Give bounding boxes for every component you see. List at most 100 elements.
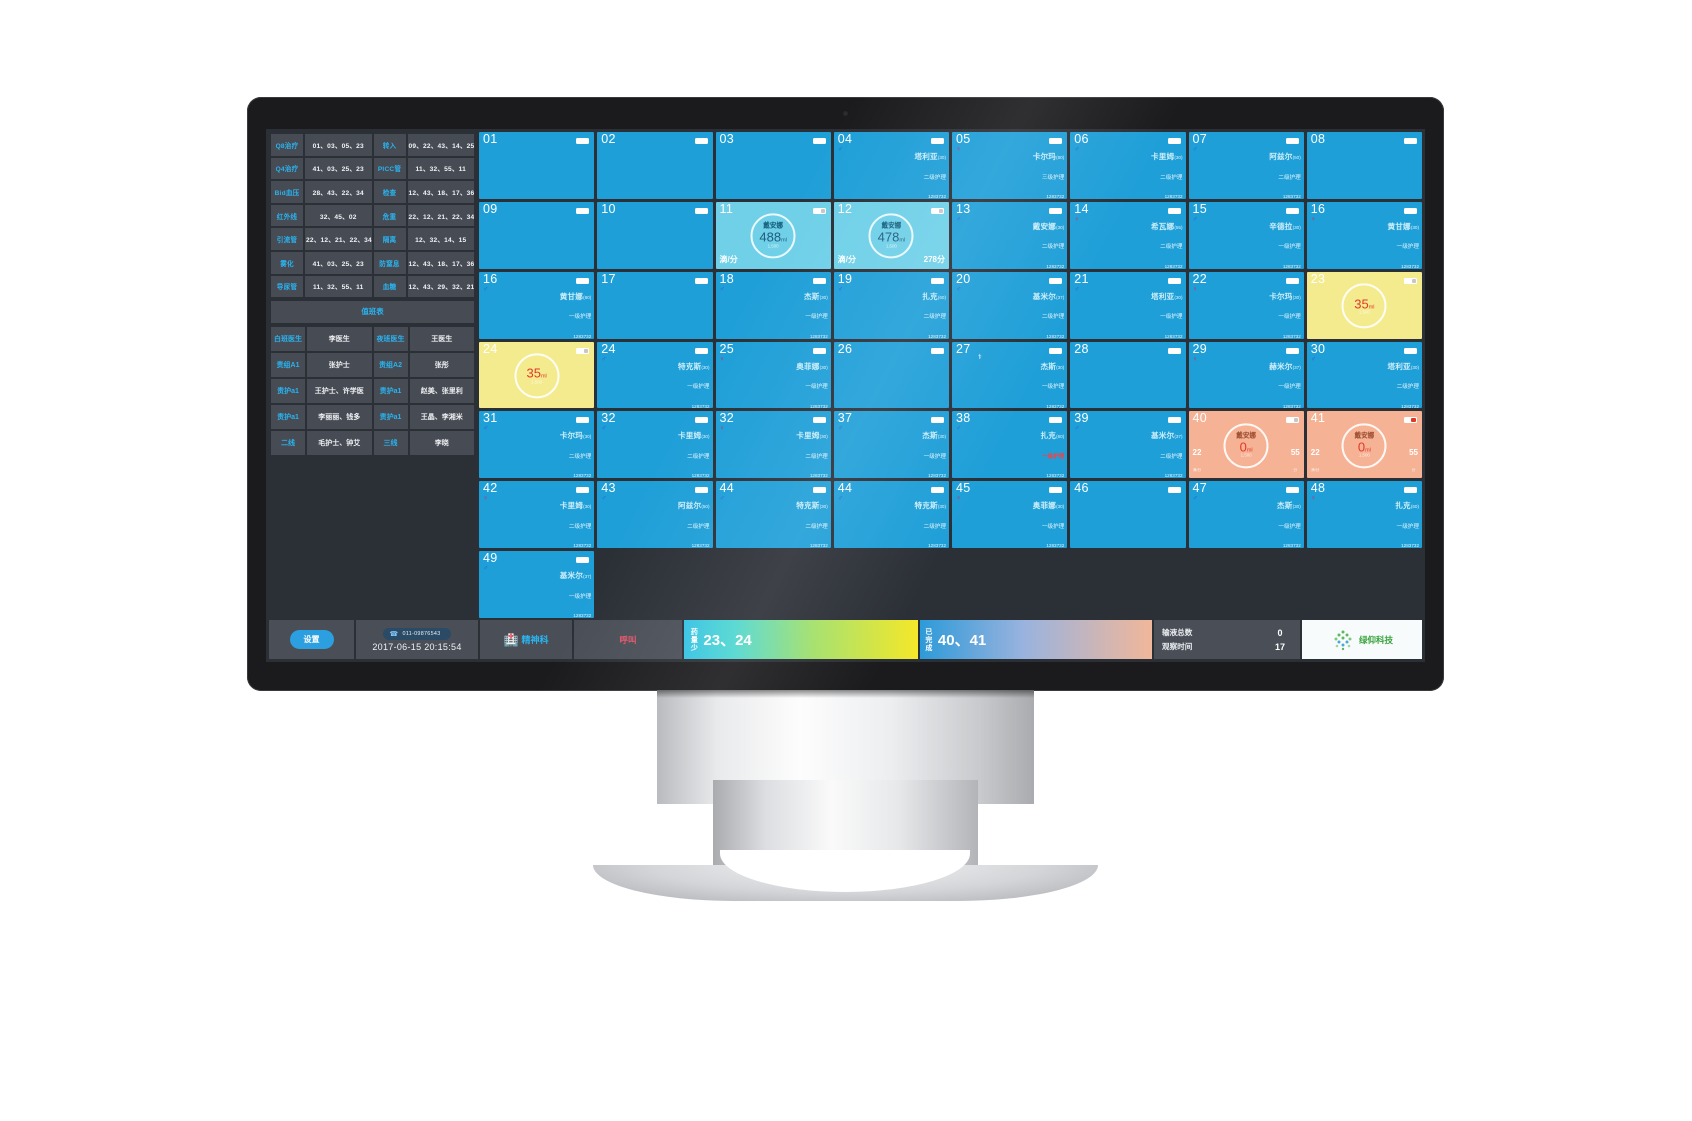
- patient-id: 1283732: [1046, 403, 1065, 409]
- bed-card[interactable]: 17: [597, 271, 713, 339]
- battery-icon: [1167, 487, 1181, 494]
- phone-number: 011-09876543: [402, 630, 441, 637]
- care-level: 一级护理: [1278, 314, 1301, 321]
- bed-number: 22: [1192, 271, 1208, 286]
- bed-card[interactable]: 48♀扎克(60)一级护理128373209月06日骨折: [1306, 481, 1422, 549]
- bed-card[interactable]: 41 戴安娜 0ml 1,500 22 滴/分 55 分: [1306, 411, 1422, 479]
- bed-card[interactable]: 11 戴安娜 488ml 1,500 滴/分: [715, 201, 831, 269]
- gender-icon: ♂: [601, 355, 607, 363]
- patient-info: 扎克(60)一级护理128373209月06日骨折: [1395, 494, 1419, 548]
- patient-id: 1283732: [1046, 263, 1065, 269]
- bed-card[interactable]: 01: [479, 132, 595, 199]
- bed-card[interactable]: 08: [1306, 132, 1422, 199]
- page-root: Q8治疗 01、03、05、23 转入 09、22、43、14、25 Q4治疗 41、03…: [0, 0, 1692, 1121]
- bed-card[interactable]: 03: [715, 132, 831, 199]
- bed-card[interactable]: 21♂塔利亚(30)一级护理128373209月06日骨折: [1070, 271, 1186, 339]
- bed-card[interactable]: 39♂基米尔(37)二级护理128373209月06日骨折: [1070, 411, 1186, 479]
- call-cell[interactable]: 呼叫: [574, 620, 682, 659]
- bed-card[interactable]: 24♂特克斯(30)一级护理128373209月06日骨折: [597, 341, 713, 409]
- drip-rate: 22 滴/分: [1192, 447, 1202, 473]
- battery-icon: [931, 138, 944, 144]
- completed-banner[interactable]: 已完成 40、41: [919, 620, 1152, 659]
- bed-card[interactable]: 13♂戴安娜(30)二级护理128373209月06日骨折: [952, 201, 1068, 269]
- bed-card[interactable]: 14♀希瓦娜(55)二级护理128373209月06日骨折: [1070, 201, 1186, 269]
- bed-card[interactable]: 07♂阿兹尔(50)二级护理128373209月06日骨折: [1188, 132, 1304, 199]
- department-cell[interactable]: 🏥 精神科: [480, 620, 572, 659]
- bed-card[interactable]: 49♂基米尔(37)一级护理128373209月06日骨折: [479, 551, 595, 618]
- bed-number: 06: [1074, 132, 1089, 146]
- battery-icon: [931, 487, 944, 494]
- duty-person: 张护士: [307, 353, 372, 378]
- bed-card[interactable]: 18♂杰斯(30)一级护理128373209月06日骨折: [715, 271, 831, 339]
- bed-number: 30: [1310, 341, 1326, 356]
- bed-card[interactable]: 16♀黄甘娜(30)一级护理128373209月06日骨折: [1306, 201, 1422, 269]
- care-level: 一级护理: [1278, 384, 1301, 391]
- bed-card[interactable]: 10: [597, 201, 713, 269]
- infusion-dial: 戴安娜 478ml 1,500: [868, 213, 914, 259]
- table-row: 导尿管 11、32、55、11 血糖 12、43、29、32、21: [271, 275, 474, 298]
- patient-info: 黄甘娜(30)一级护理128373209月06日骨折: [1387, 215, 1419, 269]
- table-row: Q8治疗 01、03、05、23 转入 09、22、43、14、25: [271, 134, 474, 156]
- phone-number-pill[interactable]: ☎ 011-09876543: [383, 627, 451, 640]
- patient-name: 希瓦娜: [1150, 221, 1175, 231]
- bed-card[interactable]: 44♂特克斯(30)二级护理128373209月06日骨折: [833, 481, 949, 549]
- patient-name: 特克斯: [914, 501, 938, 511]
- bed-card[interactable]: 27⚕杰斯(30)一级护理128373209月06日骨折: [952, 341, 1068, 409]
- bed-card[interactable]: 24 35ml 1,500: [479, 341, 595, 409]
- bed-card[interactable]: 43♂阿兹尔(50)二级护理128373209月06日骨折: [597, 481, 713, 549]
- patient-info: 扎克(60)一级护理128373209月06日骨折: [1040, 424, 1064, 478]
- bed-number: 01: [483, 132, 498, 146]
- bed-card[interactable]: 44♂特克斯(30)二级护理128373209月06日骨折: [715, 481, 831, 549]
- patient-age: (60): [1056, 434, 1065, 440]
- bed-card[interactable]: 22♀卡尔玛(30)一级护理128373209月06日骨折: [1188, 271, 1304, 339]
- battery-icon: [931, 417, 944, 424]
- battery-icon: [1404, 277, 1417, 284]
- settings-button[interactable]: 设置: [289, 630, 334, 649]
- care-level: 一级护理: [1160, 314, 1183, 321]
- bed-card[interactable]: 29♀赫米尔(37)一级护理128373209月06日骨折: [1188, 341, 1304, 409]
- gender-icon: ♂: [1192, 495, 1198, 503]
- bed-card[interactable]: 15♂辛德拉(30)一级护理128373209月06日骨折: [1188, 201, 1304, 269]
- bed-card[interactable]: 31♂卡尔玛(30)二级护理128373209月06日骨折: [479, 411, 595, 479]
- battery-icon: [812, 277, 826, 284]
- bed-number: 18: [719, 271, 735, 286]
- bed-card[interactable]: 26: [833, 341, 949, 409]
- bed-card[interactable]: 16♂黄甘娜(80)一级护理128373209月06日骨折: [479, 271, 595, 339]
- bed-card[interactable]: 19♂扎克(60)二级护理128373209月06日骨折: [833, 271, 949, 339]
- current-datetime: 2017-06-15 20:15:54: [372, 641, 462, 652]
- bed-card[interactable]: 32♀卡里姆(30)二级护理128373209月06日骨折: [715, 411, 831, 479]
- patient-id: 1283732: [1164, 194, 1183, 199]
- battery-icon: [812, 138, 826, 144]
- bed-card[interactable]: 02: [597, 132, 713, 199]
- bed-card[interactable]: 23 35ml 1,500: [1306, 271, 1422, 339]
- gender-icon: ♀: [1192, 355, 1198, 363]
- bed-card[interactable]: 06♂卡里姆(30)二级护理128373209月06日骨折: [1070, 132, 1186, 199]
- bed-card[interactable]: 47♂杰斯(30)一级护理128373209月06日骨折: [1188, 481, 1304, 549]
- bed-card[interactable]: 05♀卡尔玛(80)三级护理128373209月06日骨折: [952, 132, 1068, 199]
- care-level: 二级护理: [1041, 244, 1065, 251]
- bed-card[interactable]: 40 戴安娜 0ml 1,500 22 滴/分 55 分: [1188, 411, 1304, 479]
- screen: Q8治疗 01、03、05、23 转入 09、22、43、14、25 Q4治疗 41、03…: [266, 129, 1425, 662]
- low-dose-banner[interactable]: 药量少 23、24: [684, 620, 918, 659]
- bed-card[interactable]: 32♂卡里姆(30)二级护理128373209月06日骨折: [597, 411, 713, 479]
- bed-card[interactable]: 20♂基米尔(37)二级护理128373209月06日骨折: [952, 271, 1068, 339]
- bed-card[interactable]: 45♀奥菲娜(30)一级护理128373209月06日骨折: [952, 481, 1068, 549]
- bed-card[interactable]: 38♂扎克(60)一级护理128373209月06日骨折: [952, 411, 1068, 479]
- bed-card[interactable]: 28: [1070, 341, 1186, 409]
- patient-age: (30): [819, 434, 828, 440]
- bed-card[interactable]: 12 戴安娜 478ml 1,500 滴/分 278分: [833, 201, 949, 269]
- patient-id: 1283732: [928, 543, 946, 549]
- patient-id: 1283732: [1282, 333, 1301, 339]
- bed-card[interactable]: 46: [1070, 481, 1186, 549]
- bed-number: 25: [719, 341, 735, 356]
- bed-card[interactable]: 09: [479, 201, 595, 269]
- bed-card[interactable]: 25♀奥菲娜(30)一级护理128373209月06日骨折: [715, 341, 831, 409]
- bed-card[interactable]: 42♀卡里姆(30)二级护理128373209月06日骨折: [479, 481, 595, 549]
- bed-card[interactable]: 04♂塔利亚(30)二级护理128373209月06日骨折: [833, 132, 949, 199]
- bed-card[interactable]: 37♂杰斯(30)一级护理128373209月06日骨折: [833, 411, 949, 479]
- table-row: Bid血压 28、43、22、34 检查 12、43、18、17、36: [271, 181, 474, 203]
- patient-info: 杰斯(30)一级护理128373209月06日骨折: [922, 424, 946, 478]
- patient-info: 卡尔玛(80)三级护理128373209月06日骨折: [1033, 145, 1065, 199]
- patient-id: 1283732: [691, 543, 710, 549]
- bed-card[interactable]: 30♂塔利亚(30)二级护理128373209月06日骨折: [1306, 341, 1422, 409]
